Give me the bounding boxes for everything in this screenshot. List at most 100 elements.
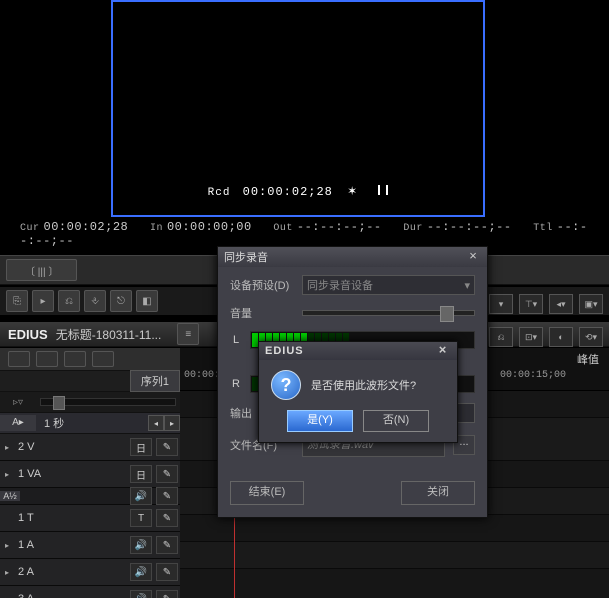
track-type-icon: T [130, 509, 152, 527]
sequence-tab[interactable]: 序列1 [130, 370, 180, 392]
tool-r5[interactable]: ⎌ [489, 327, 513, 347]
expand-icon[interactable]: ▸ [0, 595, 14, 598]
marker-btn[interactable]: ▾ [489, 294, 513, 314]
tool-r4[interactable]: ▣▾ [579, 294, 603, 314]
track-type-icon: 🔊 [130, 590, 152, 598]
scale-slider[interactable] [40, 398, 176, 406]
preview-monitor: Rcd 00:00:02;28 ✶ [0, 0, 609, 240]
confirm-title-bar[interactable]: EDIUS × [259, 342, 457, 360]
tool-btn-4[interactable]: ⎀ [84, 290, 106, 312]
rec-label: Rcd [208, 187, 231, 199]
dur-label: Dur [403, 223, 423, 234]
question-icon: ? [271, 370, 301, 400]
yes-button[interactable]: 是(Y) [287, 410, 353, 432]
track-mute-icon[interactable]: ✎ [156, 465, 178, 483]
track-name: 2 V [14, 441, 128, 453]
track-type-icon: 🔊 [130, 563, 152, 581]
recording-timecode: Rcd 00:00:02;28 ✶ [113, 184, 483, 199]
preset-combo[interactable]: 同步录音设备 [302, 275, 475, 295]
in-value: 00:00:00;00 [167, 220, 252, 234]
track-mute-icon[interactable]: ✎ [156, 590, 178, 598]
track-2A[interactable]: ▸2 A🔊✎ [0, 559, 180, 586]
track-1A[interactable]: ▸1 A🔊✎ [0, 532, 180, 559]
track-mute-icon[interactable]: ✎ [156, 509, 178, 527]
preview-border: Rcd 00:00:02;28 ✶ [111, 0, 485, 217]
volume-label: 音量 [230, 305, 294, 321]
track-header-panel: 序列1 ▹▿ A▸ 1 秒 ◂ ▸ ▸2 V日✎▸1 VA日✎A½🔊✎1 TT✎… [0, 348, 181, 598]
rec-star: ✶ [347, 185, 358, 199]
track-sub: A½ 🔊✎ [0, 488, 180, 505]
track-controls-row [0, 348, 180, 371]
track-name: 1 A [14, 539, 128, 551]
group-btn[interactable] [64, 351, 86, 367]
scale-left-icon[interactable]: ◂ [148, 415, 164, 431]
end-button[interactable]: 结束(E) [230, 481, 304, 505]
out-label: Out [273, 223, 293, 234]
peak-group: 峰值 [573, 351, 603, 367]
in-label: In [150, 223, 163, 234]
scale-row: ▹▿ [0, 392, 180, 413]
tool-btn-3[interactable]: ⎌ [58, 290, 80, 312]
track-3A[interactable]: ▸3 A🔊 ✎ [0, 586, 180, 598]
expand-icon[interactable]: ▸ [0, 568, 14, 577]
scale-label-row: A▸ 1 秒 ◂ ▸ [0, 413, 180, 434]
document-name: 无标题-180311-11... [56, 326, 162, 343]
level-l-label: L [230, 334, 242, 346]
no-button[interactable]: 否(N) [363, 410, 429, 432]
track-name: 1 T [14, 512, 128, 524]
ruler-mark-1: 00:00:15;00 [500, 370, 566, 381]
expand-icon[interactable]: ▸ [0, 443, 14, 452]
pause-icon [378, 185, 388, 195]
confirm-message: 是否使用此波形文件? [311, 377, 416, 393]
tool-r3[interactable]: ◂▾ [549, 294, 573, 314]
tool-r6[interactable]: ⊡▾ [519, 327, 543, 347]
timeline-row[interactable] [180, 515, 609, 542]
close-icon[interactable]: × [465, 250, 481, 264]
track-mute-icon[interactable]: ✎ [156, 563, 178, 581]
confirm-title: EDIUS [265, 345, 304, 357]
snap-btn[interactable] [8, 351, 30, 367]
track-name: 3 A [14, 593, 128, 598]
track-mute-icon[interactable]: ✎ [156, 438, 178, 456]
tool-btn-5[interactable]: ⎋ [110, 290, 132, 312]
rec-time: 00:00:02;28 [243, 185, 333, 199]
track-mute-icon[interactable]: ✎ [156, 536, 178, 554]
sequence-row: 序列1 [0, 371, 180, 392]
sub-speaker-icon[interactable]: 🔊 [130, 487, 152, 505]
track-name: 1 VA [14, 468, 128, 480]
tool-btn-2[interactable]: ▸ [32, 290, 54, 312]
track-1VA[interactable]: ▸1 VA日✎ [0, 461, 180, 488]
volume-slider[interactable] [302, 310, 475, 316]
sub-edit-icon[interactable]: ✎ [156, 487, 178, 505]
a-badge: A▸ [0, 415, 36, 431]
timecode-bar: Cur00:00:02;28 In00:00:00;00 Out--:--:--… [0, 220, 609, 248]
expand-icon[interactable]: ▸ [0, 541, 14, 550]
dialog-title-bar[interactable]: 同步录音 × [218, 247, 487, 267]
vv-cell: ▹▿ [0, 397, 36, 408]
jog-slider[interactable]: 〔 ||| 〕 [6, 259, 77, 281]
dialog-title: 同步录音 [224, 249, 268, 265]
peak-label: 峰值 [573, 354, 603, 366]
timeline-row[interactable] [180, 542, 609, 569]
track-name: 2 A [14, 566, 128, 578]
scale-right-icon[interactable]: ▸ [164, 415, 180, 431]
close-button[interactable]: 关闭 [401, 481, 475, 505]
preset-value: 同步录音设备 [307, 277, 373, 293]
magnet-btn[interactable] [36, 351, 58, 367]
doc-menu-icon[interactable]: ≡ [177, 323, 199, 345]
sub-badge: A½ [0, 491, 20, 501]
confirm-close-icon[interactable]: × [435, 344, 451, 358]
tool-btn-1[interactable]: ⎘ [6, 290, 28, 312]
track-list: ▸2 V日✎▸1 VA日✎A½🔊✎1 TT✎▸1 A🔊✎▸2 A🔊✎▸3 A🔊✎ [0, 434, 180, 598]
tool-r8[interactable]: ⟲▾ [579, 327, 603, 347]
split-btn[interactable]: ⊤▾ [519, 294, 543, 314]
track-2V[interactable]: ▸2 V日✎ [0, 434, 180, 461]
tool-btn-6[interactable]: ◧ [136, 290, 158, 312]
link-btn[interactable] [92, 351, 114, 367]
expand-icon[interactable]: ▸ [0, 470, 14, 479]
track-1T[interactable]: 1 TT✎ [0, 505, 180, 532]
preset-label: 设备预设(D) [230, 277, 294, 293]
tool-r7[interactable]: ◐ [549, 327, 573, 347]
track-type-icon: 🔊 [130, 536, 152, 554]
cur-value: 00:00:02;28 [44, 220, 129, 234]
